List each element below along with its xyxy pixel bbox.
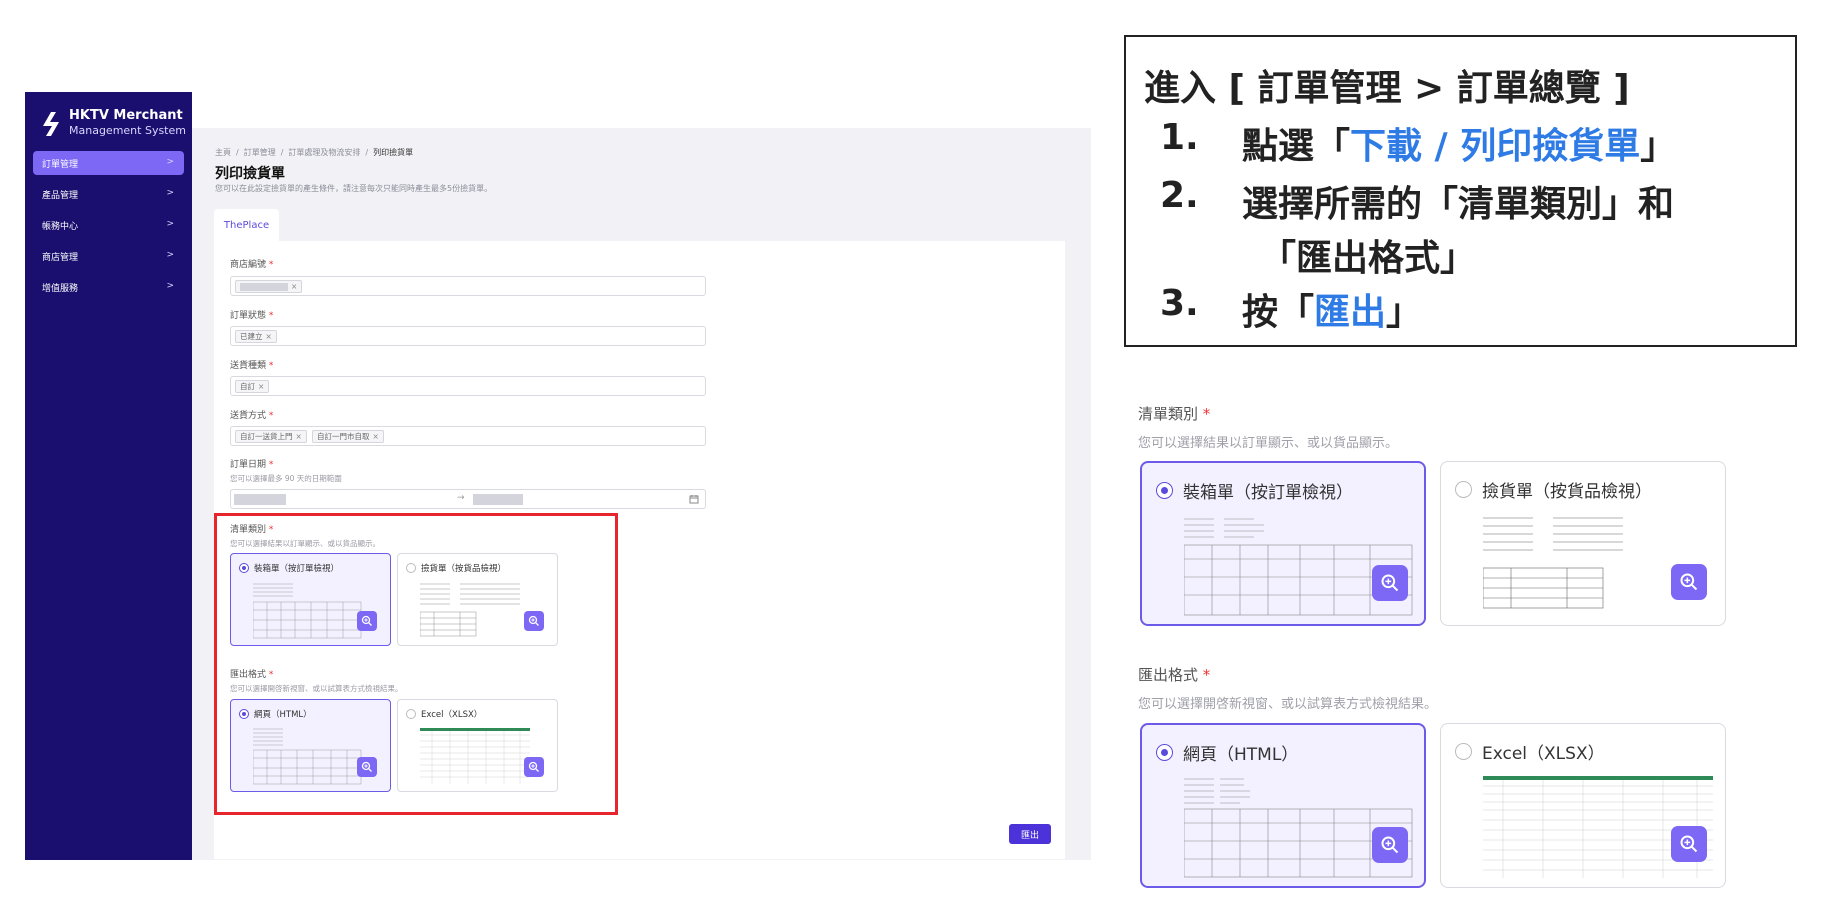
delivery-method-tag: 自訂一門市自取 × [312, 430, 384, 443]
detail-export-format-label: 匯出格式 * [1138, 666, 1211, 684]
option-label: Excel（XLSX） [1482, 744, 1605, 764]
instruction-step-2: 2. 選擇所需的「清單類別」和 [1160, 175, 1675, 225]
step-highlight: 匯出 [1314, 292, 1387, 333]
instruction-box: 進入 [ 訂單管理 > 訂單總覽 ] 1. 點選「下載 / 列印撿貨單」 2. … [1124, 35, 1797, 347]
order-status-select[interactable]: 已建立 × [230, 326, 706, 346]
instruction-title: 進入 [ 訂單管理 > 訂單總覽 ] [1144, 68, 1630, 109]
breadcrumb: 主頁 / 訂單管理 / 訂單處理及物流安排 / 列印撿貨單 [215, 148, 414, 157]
page-subtitle: 您可以在此設定撿貨單的產生條件，請注意每次只能同時產生最多5份撿貨單。 [215, 184, 493, 193]
chevron-right-icon: > [166, 219, 174, 229]
zoom-in-icon [1381, 836, 1399, 854]
detail-export-format-option-xlsx[interactable]: Excel（XLSX） [1440, 723, 1726, 888]
detail-list-type-label: 清單類別 * [1138, 405, 1211, 423]
zoom-preview-button[interactable] [1671, 564, 1707, 600]
radio-unselected[interactable] [1455, 481, 1472, 498]
close-icon[interactable]: × [296, 432, 302, 441]
sidebar-item-label: 帳務中心 [42, 221, 79, 232]
store-code-label: 商店編號 * [230, 260, 274, 270]
radio-selected[interactable] [1156, 744, 1173, 761]
breadcrumb-home[interactable]: 主頁 [215, 148, 231, 157]
sidebar-item-orders[interactable]: 訂單管理 > [33, 151, 184, 175]
zoom-in-icon [1680, 573, 1698, 591]
sidebar-item-label: 訂單管理 [42, 159, 79, 170]
delivery-method-tag: 自訂一送貨上門 × [235, 430, 307, 443]
option-label: 裝箱單（按訂單檢視） [1183, 483, 1353, 503]
breadcrumb-orders[interactable]: 訂單管理 [244, 148, 276, 157]
zoom-preview-button[interactable] [1372, 827, 1408, 863]
breadcrumb-current: 列印撿貨單 [373, 148, 414, 157]
detail-export-format-option-html[interactable]: 網頁（HTML） [1140, 723, 1426, 888]
brand-logo[interactable]: HKTV Merchant Management System [35, 106, 186, 142]
order-date-range[interactable]: → [230, 489, 706, 509]
instruction-step-3: 3. 按「匯出」 [1160, 283, 1423, 333]
start-date-value [234, 494, 286, 505]
zoom-preview-button[interactable] [1671, 826, 1707, 862]
instruction-step-2-cont: 「匯出格式」 [1260, 238, 1477, 279]
close-icon[interactable]: × [373, 432, 379, 441]
delivery-type-label: 送貨種類 * [230, 361, 274, 371]
detail-list-type-option-picking[interactable]: 撿貨單（按貨品檢視） [1440, 461, 1726, 626]
detail-list-type-hint: 您可以選擇結果以訂單顯示、或以貨品顯示。 [1138, 436, 1399, 451]
radio-selected[interactable] [1156, 482, 1173, 499]
chevron-right-icon: > [166, 250, 174, 260]
order-status-tag: 已建立 × [235, 330, 277, 343]
zoom-in-icon [1381, 574, 1399, 592]
detail-list-type-option-packing[interactable]: 裝箱單（按訂單檢視） [1140, 461, 1426, 626]
export-button[interactable]: 匯出 [1009, 824, 1051, 844]
delivery-type-tag: 自訂 × [235, 380, 270, 393]
radio-unselected[interactable] [1455, 743, 1472, 760]
calendar-icon[interactable] [689, 494, 699, 504]
end-date-value [473, 494, 523, 505]
sidebar-item-store[interactable]: 商店管理 > [33, 244, 184, 268]
sidebar-item-label: 商店管理 [42, 252, 79, 263]
chevron-right-icon: > [166, 188, 174, 198]
delivery-method-label: 送貨方式 * [230, 411, 274, 421]
sidebar: HKTV Merchant Management System 訂單管理 > 產… [25, 92, 192, 860]
order-date-hint: 您可以選擇最多 90 天的日期範圍 [230, 474, 342, 483]
tab-theplace[interactable]: ThePlace [214, 209, 279, 241]
sidebar-item-products[interactable]: 產品管理 > [33, 182, 184, 206]
delivery-type-select[interactable]: 自訂 × [230, 376, 706, 396]
page-title: 列印撿貨單 [215, 166, 285, 182]
highlight-box [214, 513, 618, 815]
sidebar-item-label: 增值服務 [42, 283, 79, 294]
detail-export-format-hint: 您可以選擇開啓新視窗、或以試算表方式檢視結果。 [1138, 697, 1438, 712]
store-code-select[interactable]: × [230, 276, 706, 296]
step-highlight: 下載 / 列印撿貨單 [1350, 126, 1641, 167]
zoom-in-icon [1680, 835, 1698, 853]
breadcrumb-logistics[interactable]: 訂單處理及物流安排 [288, 148, 360, 157]
instruction-step-1: 1. 點選「下載 / 列印撿貨單」 [1160, 117, 1677, 167]
sidebar-item-label: 產品管理 [42, 190, 79, 201]
close-icon[interactable]: × [266, 332, 272, 341]
date-separator: → [457, 493, 465, 503]
close-icon[interactable]: × [258, 382, 264, 391]
brand-subtitle: Management System [69, 124, 186, 137]
delivery-method-select[interactable]: 自訂一送貨上門 × 自訂一門市自取 × [230, 426, 706, 446]
option-label: 撿貨單（按貨品檢視） [1482, 482, 1652, 502]
zoom-preview-button[interactable] [1372, 565, 1408, 601]
chevron-right-icon: > [166, 157, 174, 167]
order-date-label: 訂單日期 * [230, 460, 274, 470]
close-icon[interactable]: × [291, 282, 297, 291]
chevron-right-icon: > [166, 281, 174, 291]
order-status-label: 訂單狀態 * [230, 311, 274, 321]
sidebar-item-accounts[interactable]: 帳務中心 > [33, 213, 184, 237]
brand-name: HKTV Merchant [69, 108, 183, 123]
sidebar-item-value-added[interactable]: 增值服務 > [33, 275, 184, 299]
option-label: 網頁（HTML） [1183, 745, 1299, 765]
store-code-tag: × [235, 280, 303, 293]
hktv-logo-icon [43, 112, 59, 136]
